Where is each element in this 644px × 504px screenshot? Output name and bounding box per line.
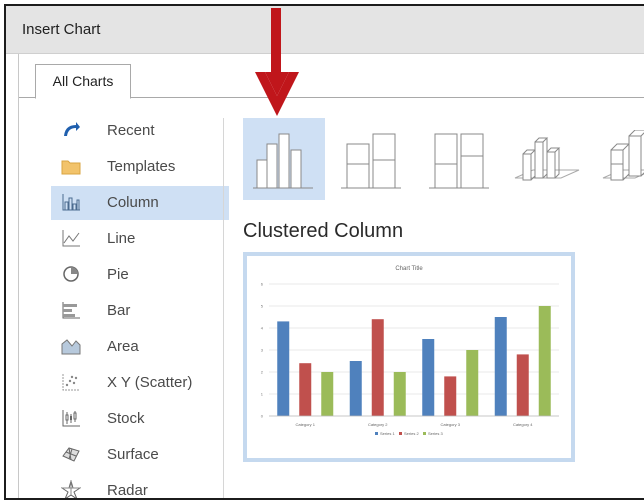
category-recent[interactable]: Recent — [51, 114, 229, 148]
category-templates[interactable]: Templates — [51, 150, 229, 184]
3d-stacked-column-icon — [602, 130, 644, 181]
insert-chart-dialog: Insert Chart All Charts Recent Templates — [4, 4, 644, 500]
radar-chart-icon — [60, 479, 82, 498]
recent-icon — [61, 120, 81, 140]
bar — [538, 306, 551, 416]
legend-swatch — [423, 432, 426, 435]
subtype-heading: Clustered Column — [243, 220, 404, 242]
chart-preview[interactable]: Chart Title 0 1 2 3 4 5 6 Category 1 Category 2 Ca… — [243, 252, 575, 462]
folder-icon — [61, 156, 81, 176]
legend-label: Series 2 — [404, 431, 419, 436]
subtype-stacked-column[interactable] — [331, 118, 413, 200]
bar — [349, 361, 362, 416]
x-tick-label: Category 4 — [513, 422, 533, 427]
dialog-titlebar[interactable]: Insert Chart — [6, 6, 644, 54]
dialog-body: All Charts Recent Templates Column Line … — [18, 54, 644, 498]
y-tick-label: 3 — [261, 348, 264, 353]
category-label: X Y (Scatter) — [107, 374, 193, 391]
bar — [466, 350, 479, 416]
3d-clustered-column-icon — [514, 137, 580, 181]
tab-strip: All Charts — [19, 54, 644, 99]
y-tick-label: 0 — [261, 414, 264, 419]
bar — [371, 319, 384, 416]
subtype-3d-stacked-column[interactable] — [595, 118, 644, 200]
x-tick-label: Category 3 — [440, 422, 460, 427]
category-column[interactable]: Column — [51, 186, 229, 220]
y-tick-label: 4 — [261, 326, 264, 331]
surface-chart-icon — [61, 444, 81, 464]
stacked-column-icon — [341, 133, 401, 189]
bar — [516, 354, 529, 416]
category-area[interactable]: Area — [51, 330, 229, 364]
category-xy-scatter[interactable]: X Y (Scatter) — [51, 366, 229, 400]
category-bar[interactable]: Bar — [51, 294, 229, 328]
category-label: Radar — [107, 482, 148, 499]
category-line[interactable]: Line — [51, 222, 229, 256]
x-tick-label: Category 1 — [295, 422, 315, 427]
y-tick-label: 5 — [261, 304, 264, 309]
y-tick-label: 6 — [261, 282, 264, 287]
area-chart-icon — [61, 336, 81, 356]
pane-divider — [223, 118, 224, 498]
y-tick-label: 2 — [261, 370, 264, 375]
x-tick-label: Category 2 — [368, 422, 388, 427]
category-label: Column — [107, 194, 159, 211]
category-label: Stock — [107, 410, 145, 427]
clustered-column-icon — [253, 133, 313, 189]
dialog-title: Insert Chart — [22, 21, 101, 38]
y-tick-label: 1 — [261, 392, 264, 397]
bar — [494, 317, 507, 416]
legend-swatch — [375, 432, 378, 435]
legend-label: Series 1 — [380, 431, 395, 436]
bar — [393, 372, 406, 416]
chart-subtype-gallery — [243, 118, 644, 200]
category-label: Surface — [107, 446, 159, 463]
category-label: Recent — [107, 122, 155, 139]
subtype-100-stacked-column[interactable] — [419, 118, 501, 200]
legend-label: Series 3 — [428, 431, 443, 436]
percent-stacked-column-icon — [429, 133, 489, 189]
category-pie[interactable]: Pie — [51, 258, 229, 292]
category-label: Line — [107, 230, 136, 247]
category-label: Bar — [107, 302, 131, 319]
down-arrow-annotation — [255, 8, 299, 116]
bar — [422, 339, 435, 416]
column-chart-icon — [61, 192, 81, 212]
category-surface[interactable]: Surface — [51, 438, 229, 472]
category-stock[interactable]: Stock — [51, 402, 229, 436]
legend-swatch — [399, 432, 402, 435]
bar — [444, 376, 457, 416]
subtype-clustered-column[interactable] — [243, 118, 325, 200]
category-label: Area — [107, 338, 139, 355]
scatter-chart-icon — [61, 372, 81, 392]
subtype-3d-clustered-column[interactable] — [507, 118, 589, 200]
line-chart-icon — [61, 228, 81, 248]
bar — [277, 321, 290, 416]
preview-chart: Chart Title 0 1 2 3 4 5 6 Category 1 Category 2 Ca… — [261, 266, 559, 436]
stock-chart-icon — [61, 408, 81, 428]
tab-all-charts[interactable]: All Charts — [35, 64, 131, 99]
category-label: Pie — [107, 266, 129, 283]
pie-chart-icon — [61, 264, 81, 284]
bar — [321, 372, 334, 416]
category-label: Templates — [107, 158, 176, 175]
chart-category-list: Recent Templates Column Line Pie Bar Are… — [41, 114, 229, 498]
bar — [299, 363, 312, 416]
chart-title: Chart Title — [395, 266, 423, 272]
category-radar[interactable]: Radar — [51, 474, 229, 499]
bar-chart-icon — [61, 300, 81, 320]
